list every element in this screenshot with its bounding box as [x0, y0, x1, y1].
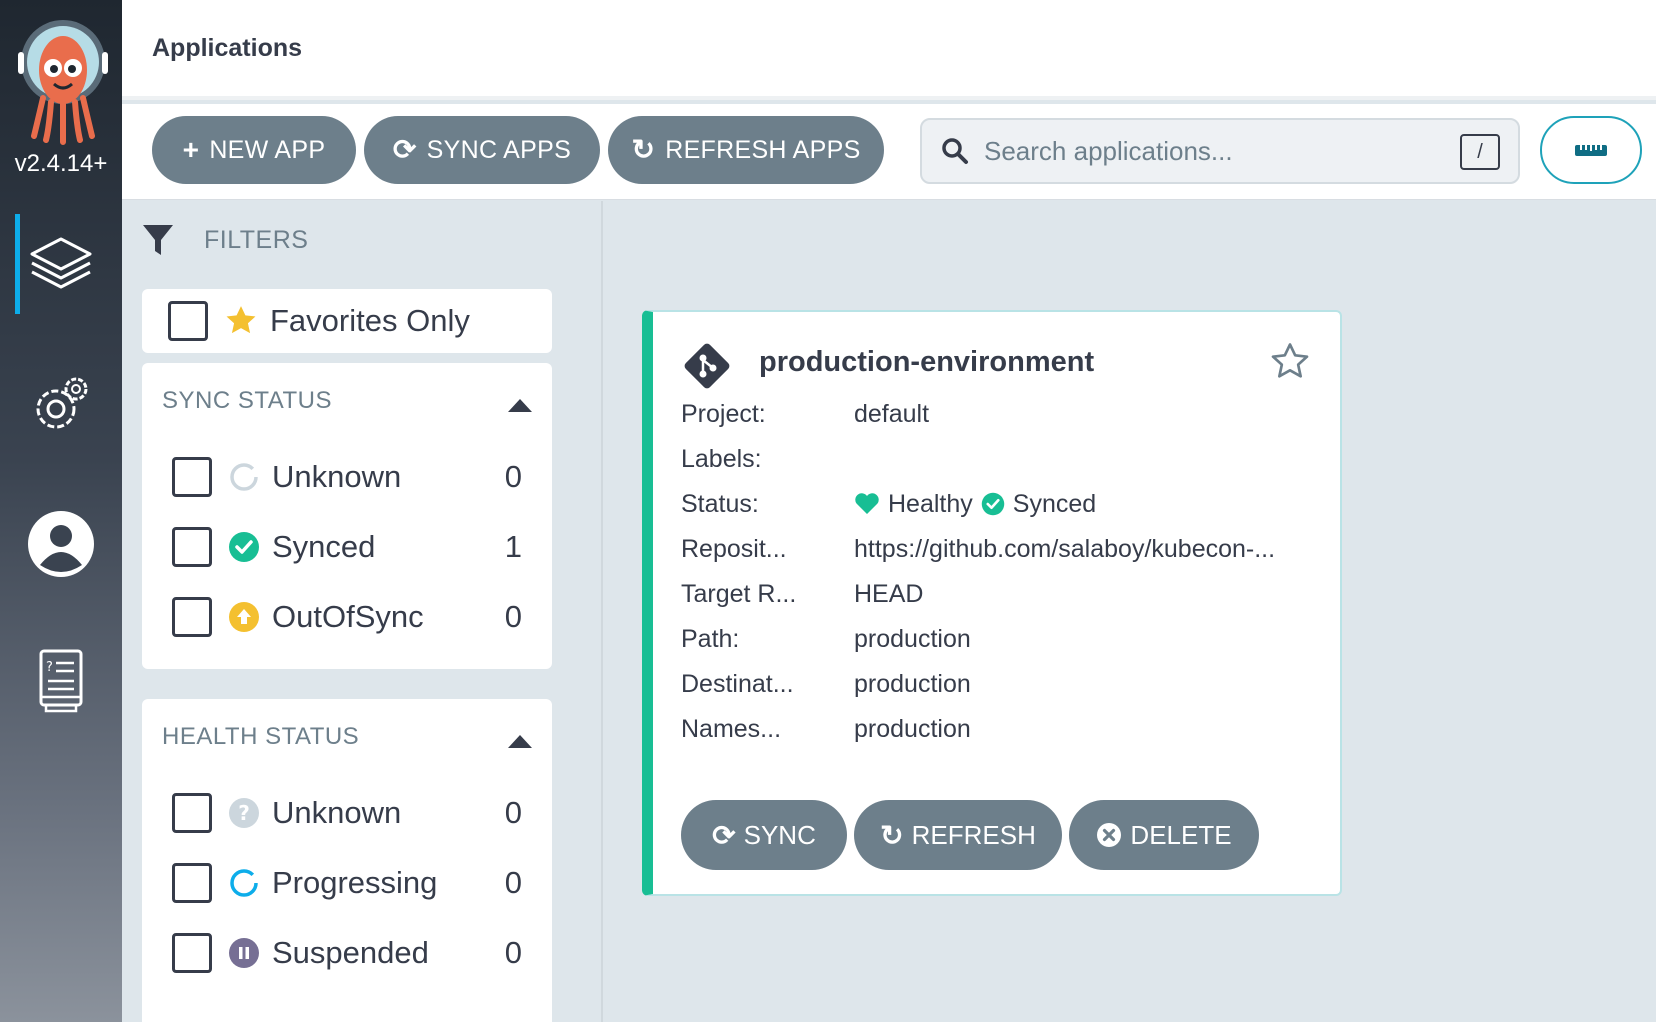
nav-item-settings[interactable] [0, 354, 122, 454]
filters-title: FILTERS [204, 225, 309, 254]
sync-filter-synced[interactable]: Synced 1 [172, 525, 522, 569]
field-project: Project: default [681, 399, 930, 428]
field-destination: Destinat... production [681, 669, 971, 698]
count: 0 [504, 935, 522, 970]
search-box[interactable]: / [920, 118, 1520, 184]
health-filter-suspended[interactable]: Suspended 0 [172, 931, 522, 975]
field-repository: Reposit... https://github.com/salaboy/ku… [681, 534, 1276, 563]
sync-button[interactable]: ⟳ SYNC [681, 800, 847, 870]
check-circle-icon [981, 492, 1005, 516]
filters-header: FILTERS [142, 223, 308, 257]
field-status: Status: Healthy Synced [681, 489, 1097, 518]
favorites-checkbox[interactable] [168, 301, 208, 341]
count: 0 [504, 459, 522, 494]
collapse-caret-icon[interactable] [508, 735, 532, 748]
field-namespace: Names... production [681, 714, 971, 743]
checkbox[interactable] [172, 933, 212, 973]
search-input[interactable] [984, 135, 1454, 167]
health-filter-progressing[interactable]: Progressing 0 [172, 861, 522, 905]
nav-item-user-info[interactable] [0, 494, 122, 594]
filter-icon [143, 225, 173, 255]
health-filter-unknown[interactable]: ? Unknown 0 [172, 791, 522, 835]
count: 0 [504, 795, 522, 830]
circle-notch-icon [230, 869, 258, 897]
refresh-button[interactable]: ↻ REFRESH [854, 800, 1062, 870]
app-card[interactable]: production-environment Project: default … [642, 310, 1342, 896]
gears-icon [36, 377, 88, 429]
arrow-up-circle-icon [229, 602, 259, 632]
checkbox[interactable] [172, 863, 212, 903]
ruler-icon [1575, 145, 1607, 156]
refresh-apps-button[interactable]: ↻ REFRESH APPS [608, 116, 884, 184]
sync-icon: ⟳ [392, 134, 417, 165]
favorites-label: Favorites Only [270, 303, 470, 338]
health-status-title: HEALTH STATUS [162, 723, 360, 750]
user-icon [28, 511, 94, 577]
pause-circle-icon [229, 938, 259, 968]
git-icon [684, 343, 730, 389]
field-target-revision: Target R... HEAD [681, 579, 924, 608]
nav-item-applications[interactable] [0, 214, 122, 314]
star-icon [226, 306, 256, 334]
layers-icon [30, 237, 92, 289]
heart-icon [855, 493, 879, 514]
app-name[interactable]: production-environment [759, 346, 1094, 379]
left-nav: v2.4.14+ ? [0, 0, 122, 1022]
svg-text:?: ? [46, 660, 53, 675]
plus-icon: + [182, 134, 200, 165]
redo-icon: ↻ [631, 134, 656, 165]
field-path: Path: production [681, 624, 971, 653]
count: 0 [504, 599, 522, 634]
count: 0 [504, 865, 522, 900]
sync-filter-outofsync[interactable]: OutOfSync 0 [172, 595, 522, 639]
circle-notch-icon [230, 463, 258, 491]
times-circle-icon [1097, 823, 1122, 847]
nav-item-docs[interactable]: ? [0, 630, 122, 730]
toolbar: + NEW APP ⟳ SYNC APPS ↻ REFRESH APPS / [122, 104, 1656, 200]
sync-icon: ⟳ [712, 819, 736, 851]
view-toggle-button[interactable] [1540, 116, 1642, 184]
filters-sidebar: FILTERS Favorites Only SYNC STATUS Unkno… [122, 201, 603, 1022]
sync-apps-button[interactable]: ⟳ SYNC APPS [364, 116, 600, 184]
argo-logo[interactable] [16, 18, 110, 148]
sync-filter-unknown[interactable]: Unknown 0 [172, 455, 522, 499]
redo-icon: ↻ [880, 819, 904, 851]
health-status: Healthy [888, 489, 973, 518]
search-icon [942, 138, 968, 164]
field-labels: Labels: [681, 444, 762, 473]
checkbox[interactable] [172, 457, 212, 497]
star-outline-icon[interactable] [1270, 342, 1310, 382]
health-status-panel: HEALTH STATUS ? Unknown 0 Progressing 0 [142, 699, 552, 1022]
top-bar: Applications [122, 0, 1656, 100]
favorites-filter[interactable]: Favorites Only [142, 289, 552, 353]
page-title: Applications [152, 34, 303, 62]
checkbox[interactable] [172, 597, 212, 637]
book-icon: ? [39, 649, 83, 713]
count: 1 [504, 529, 522, 564]
collapse-caret-icon[interactable] [508, 399, 532, 412]
delete-button[interactable]: DELETE [1069, 800, 1259, 870]
new-app-button[interactable]: + NEW APP [152, 116, 356, 184]
checkbox[interactable] [172, 527, 212, 567]
sync-status: Synced [1012, 489, 1097, 518]
question-circle-icon: ? [229, 798, 259, 828]
svg-text:?: ? [238, 801, 250, 825]
search-shortcut-badge: / [1460, 134, 1500, 170]
sync-status-panel: SYNC STATUS Unknown 0 Synced 1 OutOfSync… [142, 363, 552, 669]
checkbox[interactable] [172, 793, 212, 833]
sync-status-title: SYNC STATUS [162, 387, 332, 414]
check-circle-icon [229, 532, 259, 562]
version-label: v2.4.14+ [14, 150, 108, 177]
